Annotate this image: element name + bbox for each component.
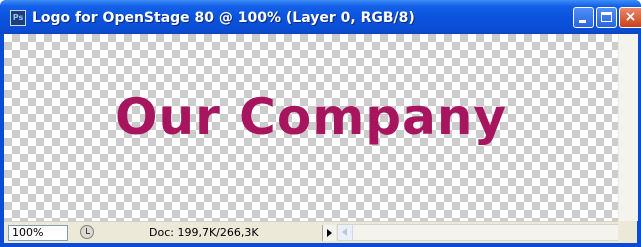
resize-grip[interactable] [618,221,637,243]
document-size-info: Doc: 199,7K/266,3K [149,226,259,239]
scroll-left-button[interactable] [338,225,353,240]
minimize-button[interactable] [573,7,594,28]
zoom-level-input[interactable]: 100% [8,225,68,241]
photoshop-app-icon[interactable]: Ps [10,10,26,26]
document-canvas[interactable]: Our Company [4,34,618,221]
document-window: Ps Logo for OpenStage 80 @ 100% (Layer 0… [0,0,641,247]
status-info-icon[interactable] [80,225,94,239]
logo-text-layer: Our Company [114,88,508,146]
horizontal-scrollbar[interactable] [337,224,637,241]
close-icon: × [624,9,637,25]
minimize-icon [579,20,586,23]
window-title: Logo for OpenStage 80 @ 100% (Layer 0, R… [32,10,415,26]
close-button[interactable]: × [619,7,641,28]
status-menu-arrow-icon[interactable] [322,225,336,241]
maximize-button[interactable] [596,7,617,28]
title-bar[interactable]: Ps Logo for OpenStage 80 @ 100% (Layer 0… [0,0,641,34]
status-bar: 100% Doc: 199,7K/266,3K [4,221,637,243]
maximize-icon [601,12,612,22]
vertical-scrollbar[interactable] [618,34,638,221]
